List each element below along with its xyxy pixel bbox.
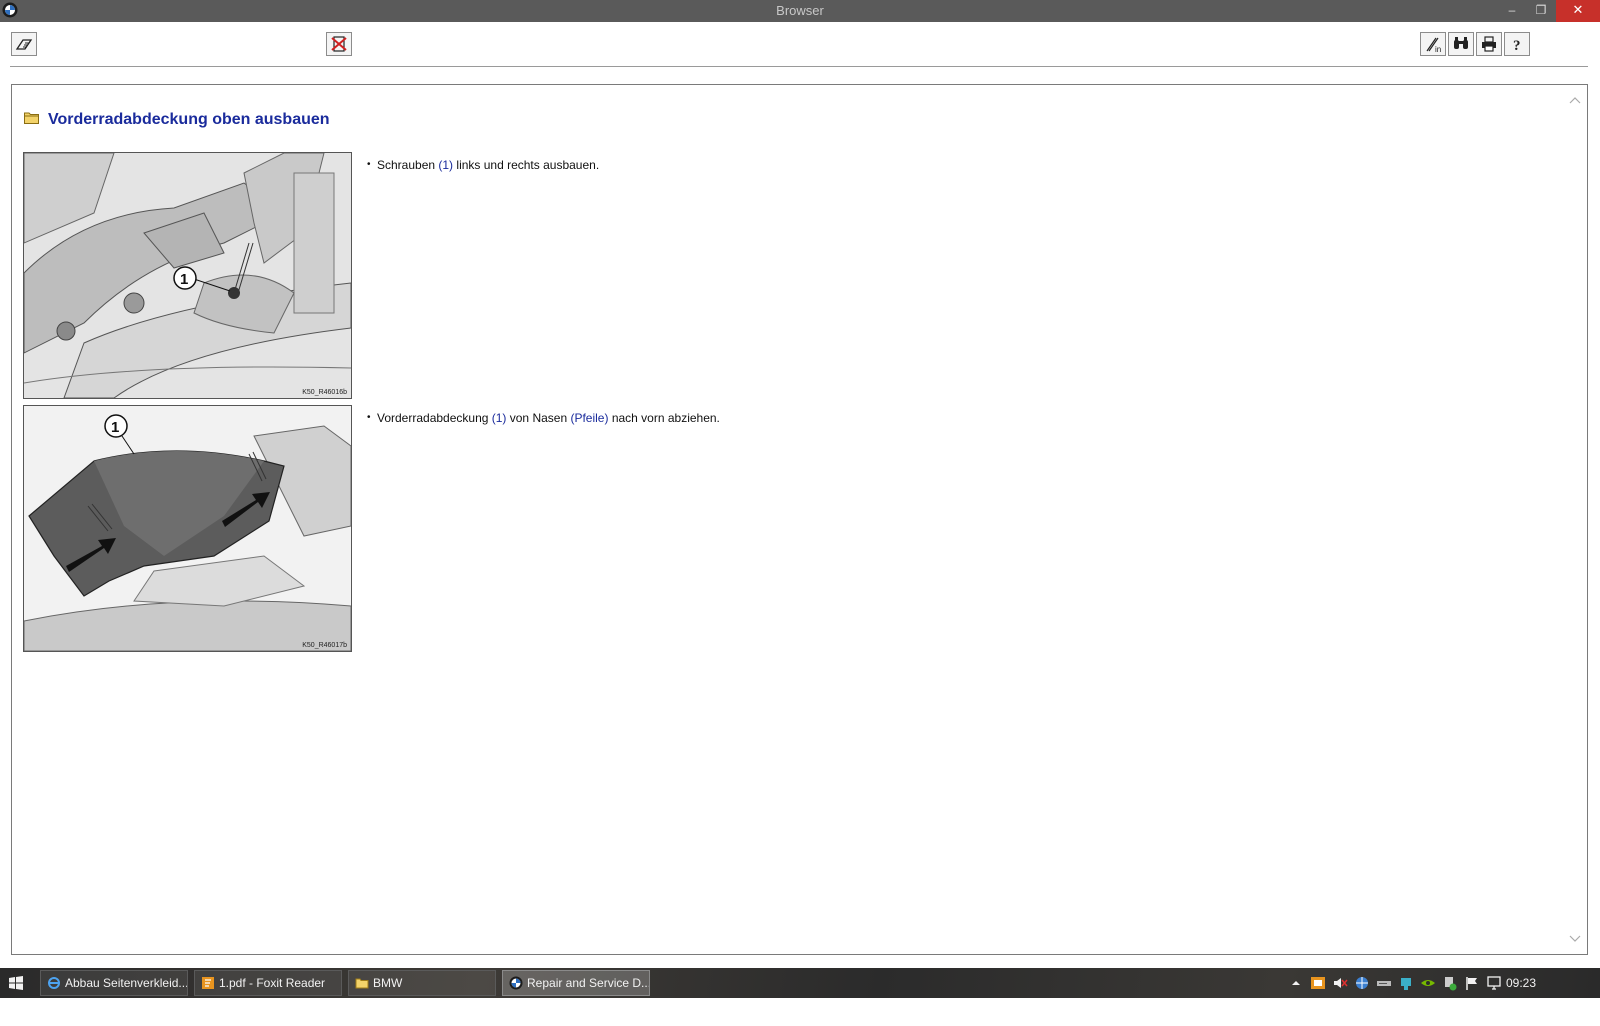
motorcycle-screws-illustration: 1 <box>24 153 351 398</box>
svg-text:?: ? <box>1513 38 1521 53</box>
front-wheel-cover-illustration: 1 <box>24 406 351 651</box>
taskbar-item-label: Abbau Seitenverkleid... <box>65 976 188 990</box>
notes-button[interactable]: in <box>1420 32 1446 56</box>
usb-icon[interactable] <box>1398 975 1414 991</box>
toolbar-divider <box>10 66 1588 67</box>
step-text: von Nasen <box>506 411 571 425</box>
network-monitor-icon[interactable] <box>1486 975 1502 991</box>
page-title: Vorderradabdeckung oben ausbauen <box>48 111 330 128</box>
step-text: Vorderradabdeckung <box>377 411 492 425</box>
taskbar-item-bmw-folder[interactable]: BMW <box>348 970 496 996</box>
svg-text:in: in <box>1435 45 1441 53</box>
foxit-reader-icon <box>202 977 214 989</box>
safely-remove-icon[interactable] <box>1442 975 1458 991</box>
step-text: Schrauben <box>377 158 439 172</box>
help-icon: ? <box>1513 38 1521 53</box>
action-center-flag-icon[interactable] <box>1464 975 1480 991</box>
folder-icon <box>24 112 39 124</box>
taskbar-item-label: Repair and Service D... <box>527 976 650 990</box>
instruction-step: • Vorderradabdeckung (1) von Nasen (Pfeil… <box>367 411 720 425</box>
figure-callout-1: 1 <box>180 271 188 288</box>
figure-cover: 1 K50_R46017b <box>23 405 352 652</box>
document-viewer[interactable]: Vorderradabdeckung oben ausbauen 1 K50_R… <box>11 84 1588 955</box>
taskbar-item-foxit[interactable]: 1.pdf - Foxit Reader <box>194 970 342 996</box>
instruction-step: • Schrauben (1) links und rechts ausbauen… <box>367 158 599 172</box>
delete-marking-icon <box>331 36 347 52</box>
minimize-button[interactable]: – <box>1498 0 1526 22</box>
step-text: links und rechts ausbauen. <box>453 158 600 172</box>
show-hidden-icons-icon[interactable] <box>1290 975 1302 991</box>
taskbar-item-label: 1.pdf - Foxit Reader <box>219 976 326 990</box>
figure-callout-1: 1 <box>111 419 119 436</box>
window-title-bar[interactable]: Browser – ❐ ✕ <box>0 0 1600 22</box>
scroll-up-icon[interactable] <box>1569 95 1581 105</box>
search-binoculars-icon <box>1454 37 1468 49</box>
device-icon[interactable] <box>1376 975 1392 991</box>
folder-icon <box>355 978 369 989</box>
toolbar: in ? <box>0 22 1600 68</box>
window-title: Browser <box>776 3 824 18</box>
volume-muted-icon[interactable] <box>1332 975 1348 991</box>
close-button[interactable]: ✕ <box>1556 0 1600 22</box>
notes-icon: in <box>1426 37 1441 53</box>
taskbar-item-repair-service[interactable]: Repair and Service D... <box>502 970 650 996</box>
search-button[interactable] <box>1448 32 1474 56</box>
internet-explorer-icon <box>48 977 60 989</box>
bmw-logo-icon <box>509 976 523 990</box>
taskbar: Abbau Seitenverkleid... 1.pdf - Foxit Re… <box>0 968 1600 998</box>
network-icon[interactable] <box>1354 975 1370 991</box>
delete-marking-button[interactable] <box>326 32 352 56</box>
nvidia-icon[interactable] <box>1420 975 1436 991</box>
taskbar-clock[interactable]: 09:23 <box>1506 976 1536 990</box>
bullet: • <box>367 412 371 423</box>
taskbar-item-browser[interactable]: Abbau Seitenverkleid... <box>40 970 188 996</box>
figure-code: K50_R46017b <box>302 642 347 649</box>
service-pages-icon <box>15 39 33 50</box>
print-icon <box>1482 36 1496 52</box>
notification-icon[interactable] <box>1310 975 1326 991</box>
reference-link[interactable]: (1) <box>492 411 507 425</box>
taskbar-item-label: BMW <box>373 976 403 990</box>
print-button[interactable] <box>1476 32 1502 56</box>
bullet: • <box>367 159 371 170</box>
service-pages-button[interactable] <box>11 32 37 56</box>
scroll-down-icon[interactable] <box>1569 934 1581 944</box>
figure-screws: 1 K50_R46016b <box>23 152 352 399</box>
figure-code: K50_R46016b <box>302 389 347 396</box>
reference-link-arrows[interactable]: (Pfeile) <box>570 411 608 425</box>
step-text: nach vorn abziehen. <box>608 411 720 425</box>
reference-link[interactable]: (1) <box>438 158 453 172</box>
help-button[interactable]: ? <box>1504 32 1530 56</box>
windows-start-icon[interactable] <box>8 975 24 991</box>
maximize-button[interactable]: ❐ <box>1527 0 1555 22</box>
